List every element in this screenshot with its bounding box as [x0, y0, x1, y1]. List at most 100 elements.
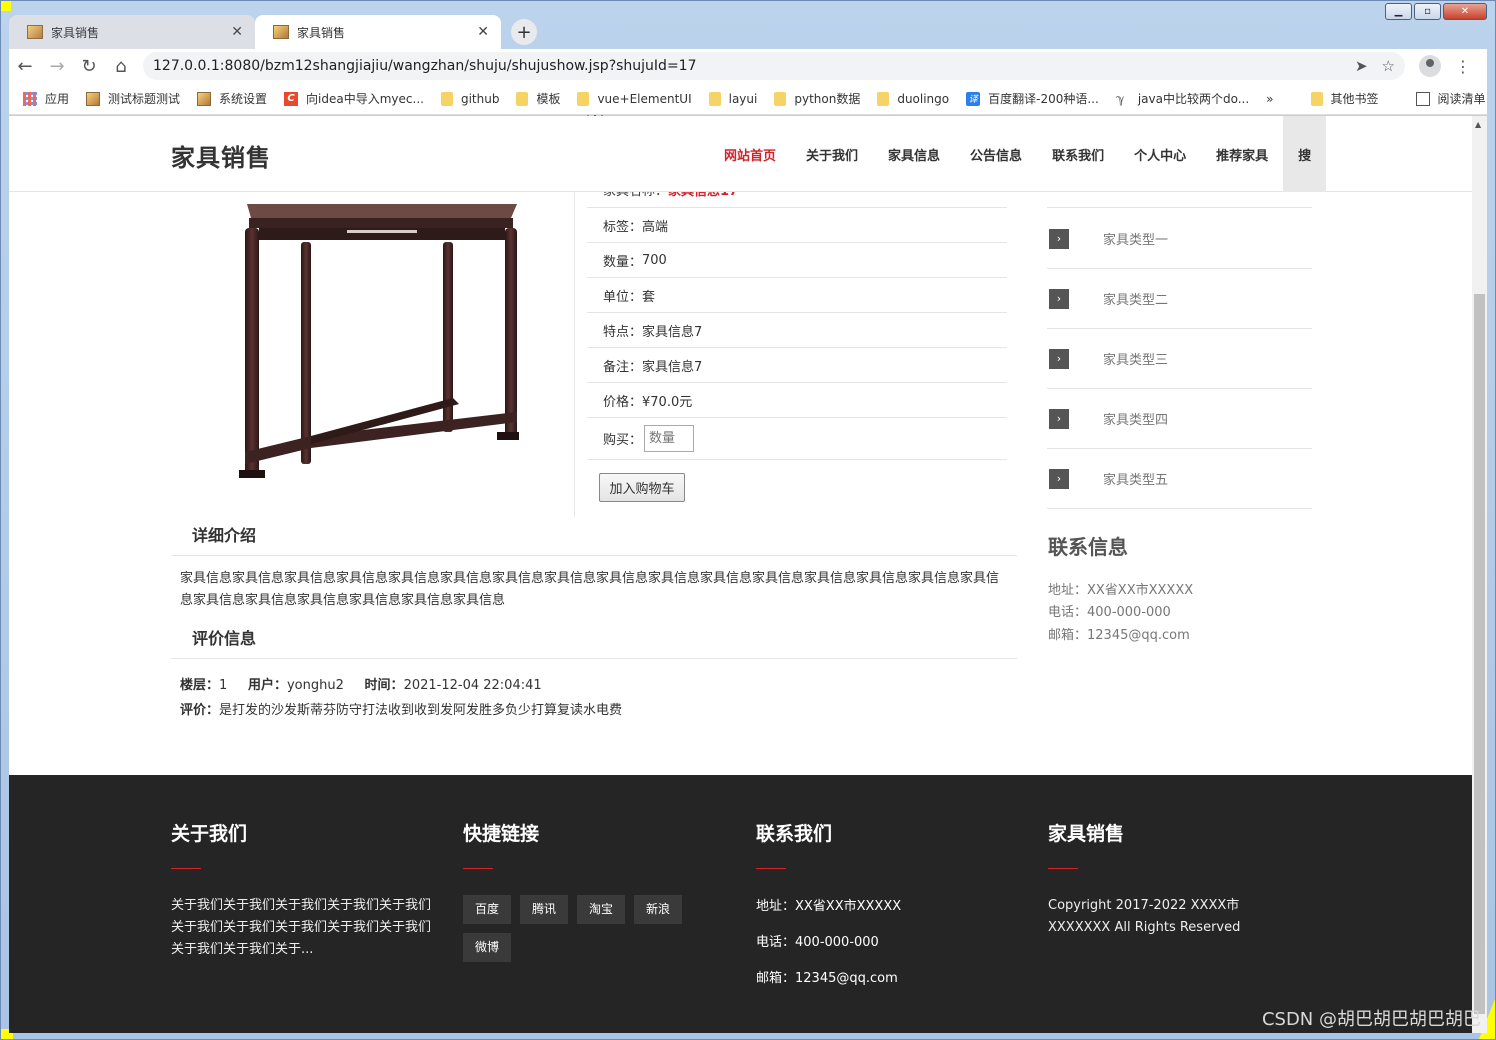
- bookmark-item[interactable]: github: [440, 91, 499, 106]
- bookmark-item[interactable]: python数据: [774, 90, 860, 107]
- folder-icon: [577, 91, 590, 106]
- footer-links: 快捷链接 百度 腾讯 淘宝 新浪 微博: [463, 819, 723, 962]
- link-taobao[interactable]: 淘宝: [577, 895, 626, 924]
- folder-icon: [440, 91, 453, 106]
- bookmark-item[interactable]: 译百度翻译-200种语...: [966, 90, 1099, 107]
- scroll-up-icon[interactable]: ▲: [1475, 120, 1481, 129]
- page-scrollbar[interactable]: ▲: [1472, 116, 1487, 1033]
- page-viewport: 家具销售 网站首页 关于我们 家具信息 公告信息 联系我们 个人中心 推荐家具 …: [9, 116, 1487, 1033]
- buy-label: 购买：: [603, 433, 643, 448]
- site-header: 家具销售 网站首页 关于我们 家具信息 公告信息 联系我们 个人中心 推荐家具 …: [9, 116, 1472, 192]
- chevron-right-icon: ›: [1049, 228, 1069, 249]
- url-text[interactable]: 127.0.0.1:8080/bzm12shangjiajiu/wangzhan…: [153, 58, 1341, 74]
- sidebar-category[interactable]: › 家具类型一: [1047, 209, 1312, 269]
- maximize-button[interactable]: ▫: [1414, 3, 1441, 20]
- sidebar-category[interactable]: › 家具类型四: [1047, 389, 1312, 449]
- divider: [574, 192, 575, 517]
- footer-address: 地址：XX省XX市XXXXX: [756, 899, 902, 914]
- folder-icon: [1310, 91, 1323, 106]
- bookmark-item[interactable]: vue+ElementUI: [577, 91, 692, 106]
- nav-furniture[interactable]: 家具信息: [873, 116, 955, 192]
- nav-user-center[interactable]: 个人中心: [1119, 116, 1201, 192]
- tab-strip: 家具销售 ✕ 家具销售 ✕ +: [9, 13, 537, 49]
- close-tab-icon[interactable]: ✕: [477, 24, 489, 40]
- bookmark-item[interactable]: duolingo: [877, 91, 949, 106]
- tab-title: 家具销售: [297, 25, 346, 40]
- link-tencent[interactable]: 腾讯: [520, 895, 569, 924]
- menu-icon[interactable]: ⋮: [1455, 57, 1471, 76]
- footer-contact-title: 联系我们: [756, 823, 833, 845]
- search-button[interactable]: 搜: [1283, 116, 1327, 192]
- chevron-right-icon: ›: [1049, 288, 1069, 309]
- nav-recommended[interactable]: 推荐家具: [1201, 116, 1283, 192]
- page-icon: [86, 91, 101, 106]
- product-feature-row: 特点： 家具信息7: [587, 313, 1007, 348]
- bookmark-item[interactable]: 测试标题测试: [86, 90, 180, 107]
- browser-tab[interactable]: 家具销售 ✕: [9, 15, 255, 49]
- reload-icon[interactable]: ↻: [73, 56, 105, 77]
- csdn-icon: C: [284, 91, 299, 106]
- bookmark-item[interactable]: 系统设置: [197, 90, 267, 107]
- link-sina[interactable]: 新浪: [634, 895, 683, 924]
- scrollbar-thumb[interactable]: [1474, 294, 1485, 1014]
- reviews-section-title: 评价信息: [171, 619, 1017, 659]
- buy-row: 购买：: [587, 418, 1007, 460]
- accent-bar: [463, 868, 493, 869]
- bookmark-logo-icon: ℽ: [1115, 91, 1125, 106]
- footer-brand-title: 家具销售: [1048, 823, 1125, 845]
- sidebar-category[interactable]: › 家具类型五: [1047, 449, 1312, 509]
- browser-window: ▁ ▫ ✕ 家具销售 ✕ 家具销售 ✕ + ← → ↻ ⌂ i 127.0.0.…: [0, 0, 1496, 1040]
- new-tab-button[interactable]: +: [511, 19, 537, 45]
- more-bookmarks-icon[interactable]: »: [1266, 92, 1273, 106]
- link-weibo[interactable]: 微博: [463, 933, 512, 962]
- browser-tab-active[interactable]: 家具销售 ✕: [255, 15, 501, 49]
- browser-toolbar: ← → ↻ ⌂ i 127.0.0.1:8080/bzm12shangjiaji…: [9, 49, 1487, 121]
- contact-address: 地址：XX省XX市XXXXX: [1048, 583, 1194, 598]
- product-unit-row: 单位：套: [587, 278, 1007, 313]
- quantity-input[interactable]: [644, 425, 695, 452]
- chevron-right-icon: ›: [1049, 468, 1069, 489]
- accent-bar: [756, 868, 786, 869]
- close-window-button[interactable]: ✕: [1443, 3, 1487, 20]
- footer-phone: 电话：400-000-000: [756, 935, 879, 950]
- page-icon: [197, 91, 212, 106]
- chevron-right-icon: ›: [1049, 408, 1069, 429]
- nav-notices[interactable]: 公告信息: [955, 116, 1037, 192]
- bookmark-item[interactable]: layui: [708, 91, 757, 106]
- close-tab-icon[interactable]: ✕: [231, 24, 243, 40]
- footer-about-text: 关于我们关于我们关于我们关于我们关于我们关于我们关于我们关于我们关于我们关于我们…: [171, 898, 432, 957]
- bookmark-item[interactable]: 应用: [23, 90, 69, 107]
- review-content: 评价：是打发的沙发斯蒂芬防守打法收到收到发阿发胜多负少打算复读水电费: [180, 703, 623, 718]
- forward-icon[interactable]: →: [41, 56, 73, 77]
- address-bar[interactable]: i 127.0.0.1:8080/bzm12shangjiajiu/wangzh…: [143, 52, 1405, 121]
- home-icon[interactable]: ⌂: [105, 56, 137, 77]
- product-quantity-row: 数量： 700: [587, 243, 1007, 278]
- send-icon[interactable]: ➤: [1355, 57, 1368, 75]
- bookmark-item[interactable]: C 向idea中导入myec...: [284, 90, 424, 107]
- nav-about[interactable]: 关于我们: [791, 116, 873, 192]
- folder-icon: [774, 91, 787, 106]
- bookmark-item[interactable]: 其他书签: [1310, 90, 1379, 107]
- sidebar-category[interactable]: › 家具类型三: [1047, 329, 1312, 389]
- star-icon[interactable]: ☆: [1382, 57, 1395, 75]
- bookmark-item[interactable]: ℽ java中比较两个do...: [1116, 90, 1249, 107]
- profile-icon[interactable]: [1419, 55, 1441, 77]
- add-to-cart-button[interactable]: 加入购物车: [599, 473, 685, 502]
- product-image: [239, 204, 519, 478]
- nav-contact[interactable]: 联系我们: [1037, 116, 1119, 192]
- footer-contact: 联系我们 地址：XX省XX市XXXXX 电话：400-000-000 邮箱：12…: [756, 819, 1016, 1003]
- folder-icon: [708, 91, 721, 106]
- bookmark-item[interactable]: 模板: [516, 90, 560, 107]
- nav-home[interactable]: 网站首页: [709, 116, 791, 192]
- minimize-button[interactable]: ▁: [1385, 3, 1412, 20]
- link-baidu[interactable]: 百度: [463, 895, 512, 924]
- product-info: 家具名称： 家具信息17 标签：高端 数量：700 单位：套 特点：家具信息7 …: [587, 172, 1007, 460]
- back-icon[interactable]: ←: [9, 56, 41, 77]
- apps-icon: [23, 91, 37, 106]
- site-logo[interactable]: 家具销售: [171, 138, 271, 173]
- bookmark-item[interactable]: 阅读清单: [1415, 90, 1486, 107]
- sidebar-category[interactable]: › 家具类型二: [1047, 269, 1312, 329]
- translate-icon: 译: [966, 91, 981, 106]
- reading-list-icon: [1415, 91, 1430, 106]
- detail-text: 家具信息家具信息家具信息家具信息家具信息家具信息家具信息家具信息家具信息家具信息…: [180, 571, 1000, 608]
